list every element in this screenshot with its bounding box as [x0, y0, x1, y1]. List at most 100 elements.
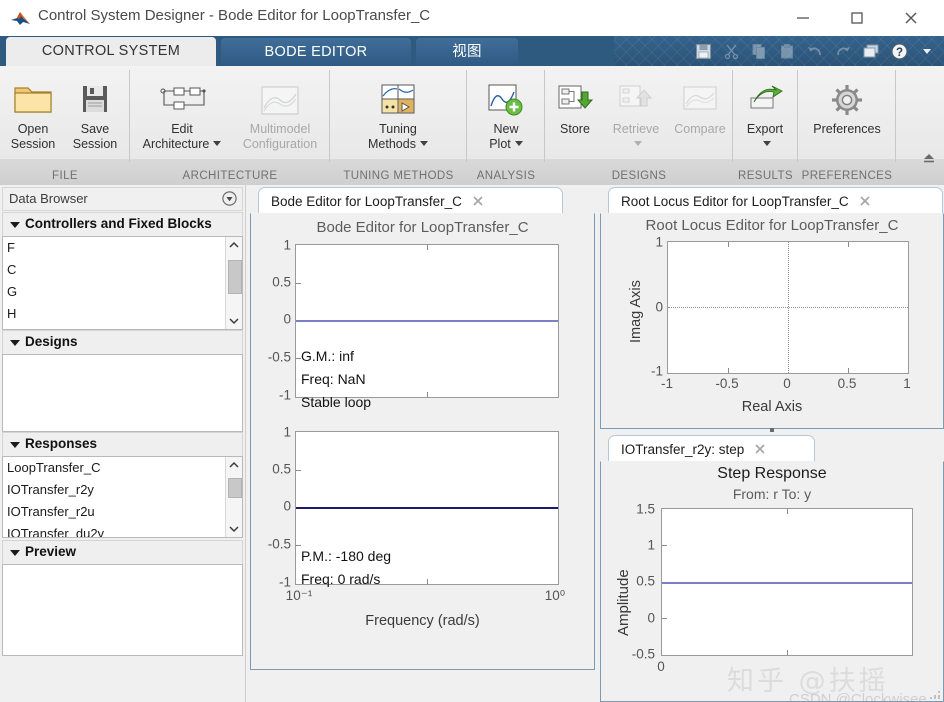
save-icon[interactable] [690, 39, 716, 63]
list-item[interactable]: G [3, 281, 242, 303]
retrieve-icon [605, 72, 667, 118]
close-tab-icon[interactable] [471, 194, 485, 208]
new-plot-label-2: Plot [489, 137, 511, 151]
ribbon-button-open-session[interactable]: Open Session [4, 72, 62, 152]
ribbon-button-store[interactable]: Store [547, 72, 603, 137]
tab-control-system[interactable]: CONTROL SYSTEM [6, 37, 216, 66]
store-label: Store [560, 122, 590, 136]
ribbon-group-analysis: New Plot ANALYSIS [467, 66, 545, 185]
panel-collapse-icon[interactable] [222, 191, 237, 211]
axis-tick [296, 283, 301, 284]
chevron-down-icon[interactable] [763, 141, 771, 147]
ribbon-group-file: Open Session Save Session FILE [0, 66, 130, 185]
chevron-down-icon[interactable] [634, 141, 642, 147]
list-item[interactable]: IOTransfer_r2u [3, 501, 242, 523]
ribbon-button-tuning-methods[interactable]: Tuning Methods [340, 72, 456, 152]
maximize-button[interactable] [834, 0, 880, 36]
list-item[interactable]: IOTransfer_r2y [3, 479, 242, 501]
chevron-down-icon[interactable] [419, 141, 428, 147]
vertical-scrollbar[interactable] [225, 237, 242, 329]
multimodel-plot-icon [234, 72, 326, 118]
bode-annotation-gm: G.M.: inf [301, 348, 354, 364]
list-preview[interactable] [2, 564, 243, 656]
layout-icon[interactable] [858, 39, 884, 63]
ribbon-button-save-session[interactable]: Save Session [66, 72, 124, 152]
group-separator [895, 70, 896, 162]
axis-tick [728, 242, 729, 247]
application-window: Control System Designer - Bode Editor fo… [0, 0, 944, 702]
rlocus-xaxis-label: Real Axis [741, 399, 803, 415]
vertical-scrollbar[interactable] [225, 457, 242, 537]
bode-mag-ytick: 1 [283, 237, 291, 253]
tab-root-locus-editor-for-looptransfer-c[interactable]: Root Locus Editor for LoopTransfer_C [608, 187, 943, 214]
rlocus-xtick: 0.5 [837, 376, 857, 391]
data-browser-header: Data Browser [2, 187, 243, 211]
tab-bode-editor[interactable]: BODE EDITOR [221, 38, 411, 66]
paste-icon [774, 39, 800, 63]
ribbon-button-export[interactable]: Export [735, 72, 795, 152]
ribbon-button-multimodel-configuration[interactable]: Multimodel Configuration [234, 72, 326, 152]
store-icon [547, 72, 603, 118]
tab-iotransfer-r2y-step[interactable]: IOTransfer_r2y: step [608, 435, 815, 462]
section-header-responses[interactable]: Responses [2, 432, 243, 458]
scroll-down-icon[interactable] [226, 521, 242, 537]
tab-bode-editor-for-looptransfer-c[interactable]: Bode Editor for LoopTransfer_C [258, 187, 563, 214]
ribbon-button-edit-architecture[interactable]: Edit Architecture [134, 72, 230, 152]
step-response-series [662, 582, 912, 584]
tab-view[interactable]: 视图 [416, 38, 518, 66]
ribbon-button-retrieve[interactable]: Retrieve [605, 72, 667, 152]
collapse-ribbon-icon[interactable] [920, 149, 938, 167]
minimize-button[interactable] [780, 0, 826, 36]
list-item[interactable]: F [3, 237, 242, 259]
ribbon-button-compare[interactable]: Compare [669, 72, 731, 137]
list-controllers[interactable]: F C G H [2, 236, 243, 330]
list-item[interactable]: IOTransfer_du2y [3, 523, 242, 537]
rlocus-xtick: 1 [903, 376, 911, 391]
panel-splitter-handle[interactable] [770, 428, 774, 432]
rlocus-ytick: -1 [650, 363, 663, 379]
multimodel-label-1: Multimodel [249, 122, 311, 136]
list-designs[interactable] [2, 354, 243, 432]
root-locus-editor-panel: Root Locus Editor for LoopTransfer_C Roo… [600, 185, 944, 429]
bode-chart-title: Bode Editor for LoopTransfer_C [316, 219, 529, 236]
undo-icon [802, 39, 828, 63]
close-tab-icon[interactable] [753, 442, 767, 456]
rlocus-xtick: -1 [660, 376, 674, 391]
scrollbar-thumb[interactable] [228, 260, 242, 294]
help-icon[interactable]: ? [886, 39, 912, 63]
bode-annotation-stability: Stable loop [301, 394, 372, 410]
scroll-up-icon[interactable] [226, 457, 242, 473]
chevron-down-icon[interactable] [914, 39, 940, 63]
tuning-methods-label-2: Methods [368, 137, 416, 151]
resize-grip-icon[interactable] [929, 687, 941, 699]
list-item[interactable]: H [3, 303, 242, 325]
chevron-down-icon[interactable] [514, 141, 523, 147]
scroll-up-icon[interactable] [226, 237, 242, 253]
open-session-label-2: Session [10, 137, 56, 151]
tab-label: Bode Editor for LoopTransfer_C [271, 193, 462, 209]
data-browser-title: Data Browser [9, 191, 88, 206]
step-response-axes[interactable] [661, 508, 913, 656]
list-item[interactable]: C [3, 259, 242, 281]
close-tab-icon[interactable] [858, 194, 872, 208]
rlocus-xtick: 0 [783, 376, 791, 391]
rlocus-xtick: -0.5 [715, 376, 739, 391]
open-session-label-1: Open [17, 122, 49, 136]
block-diagram-icon [134, 72, 230, 118]
ribbon-group-architecture: Edit Architecture Multimodel Configuration… [130, 66, 330, 185]
bode-magnitude-series [296, 320, 558, 322]
close-button[interactable] [888, 0, 934, 36]
ribbon-button-new-plot[interactable]: New Plot [471, 72, 541, 152]
rlocus-ytick: 1 [655, 234, 663, 250]
list-item[interactable]: LoopTransfer_C [3, 457, 242, 479]
section-header-controllers[interactable]: Controllers and Fixed Blocks [2, 212, 243, 238]
scrollbar-thumb[interactable] [228, 478, 242, 498]
chevron-down-icon[interactable] [213, 141, 222, 147]
section-header-designs[interactable]: Designs [2, 330, 243, 356]
save-session-label-1: Save [80, 122, 110, 136]
scroll-down-icon[interactable] [226, 313, 242, 329]
list-responses[interactable]: LoopTransfer_C IOTransfer_r2y IOTransfer… [2, 456, 243, 538]
section-header-preview[interactable]: Preview [2, 540, 243, 566]
ribbon-button-preferences[interactable]: Preferences [800, 72, 894, 137]
root-locus-axes[interactable] [667, 241, 909, 374]
